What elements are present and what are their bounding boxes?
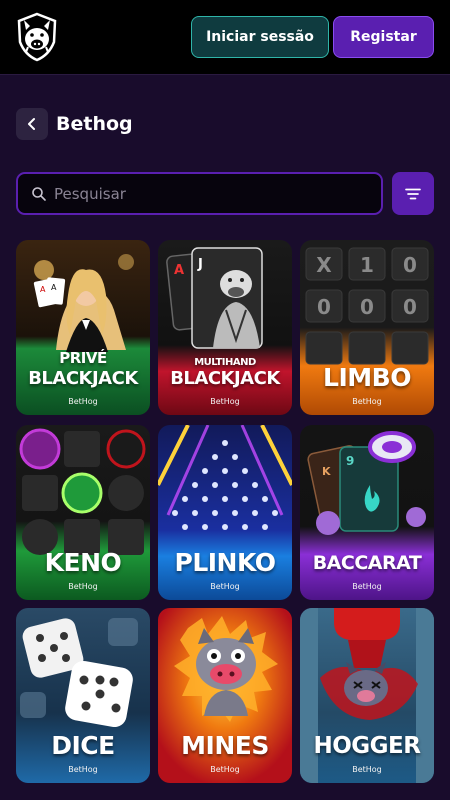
game-card-prive-blackjack[interactable]: A A PRIVÉ BLACKJACK BetHog [16, 240, 150, 415]
search-input[interactable] [54, 174, 374, 213]
card-provider: BetHog [210, 582, 240, 591]
card-provider: BetHog [68, 582, 98, 591]
svg-text:0: 0 [360, 295, 374, 319]
svg-text:A: A [40, 285, 46, 294]
svg-text:1: 1 [360, 253, 374, 277]
search-icon [32, 187, 46, 201]
game-card-baccarat[interactable]: K 9 BACCARAT BetHog [300, 425, 434, 600]
card-title: PLINKO [174, 548, 276, 577]
game-card-mines[interactable]: MINES BetHog [158, 608, 292, 783]
card-provider: BetHog [68, 397, 98, 406]
filter-icon [405, 188, 421, 199]
search-box[interactable] [16, 172, 383, 215]
card-title: DICE [51, 731, 115, 760]
card-title: LIMBO [323, 363, 411, 392]
svg-text:9: 9 [346, 454, 354, 468]
svg-text:0: 0 [317, 295, 331, 319]
filter-button[interactable] [392, 172, 434, 215]
game-card-multihand-blackjack[interactable]: A J MULTIHAND BLACKJACK BetHog [158, 240, 292, 415]
card-title: HOGGER [313, 733, 421, 759]
back-button[interactable] [16, 108, 48, 140]
card-title: KENO [44, 548, 122, 577]
game-card-limbo[interactable]: X 1 0 0 0 0 LIMBO BetHog [300, 240, 434, 415]
games-grid: A A PRIVÉ BLACKJACK BetHog A J MULTIHAND [16, 240, 434, 800]
top-bar: Iniciar sessão Registar [0, 0, 450, 75]
svg-text:A: A [174, 263, 184, 278]
game-card-hogger[interactable]: HOGGER BetHog [300, 608, 434, 783]
card-title: BACCARAT [312, 552, 422, 574]
svg-text:A: A [51, 283, 57, 292]
svg-text:0: 0 [403, 295, 417, 319]
card-provider: BetHog [352, 765, 382, 774]
card-provider: BetHog [210, 765, 240, 774]
card-title: MINES [181, 731, 269, 760]
game-card-keno[interactable]: KENO BetHog [16, 425, 150, 600]
page-title: Bethog [56, 113, 133, 135]
chevron-left-icon [28, 118, 35, 130]
card-title: BLACKJACK [28, 368, 138, 389]
card-provider: BetHog [210, 397, 240, 406]
card-provider: BetHog [68, 765, 98, 774]
svg-text:K: K [322, 465, 331, 478]
svg-text:0: 0 [403, 253, 417, 277]
card-provider: BetHog [352, 397, 382, 406]
card-title-line1: PRIVÉ [59, 349, 107, 367]
card-provider: BetHog [352, 582, 382, 591]
card-title: BLACKJACK [170, 368, 280, 389]
register-button[interactable]: Registar [333, 16, 434, 58]
hog-logo-icon[interactable] [14, 12, 60, 62]
svg-text:J: J [197, 257, 203, 272]
svg-text:X: X [316, 253, 332, 277]
game-card-plinko[interactable]: PLINKO BetHog [158, 425, 292, 600]
game-card-dice[interactable]: DICE BetHog [16, 608, 150, 783]
login-button[interactable]: Iniciar sessão [191, 16, 329, 58]
